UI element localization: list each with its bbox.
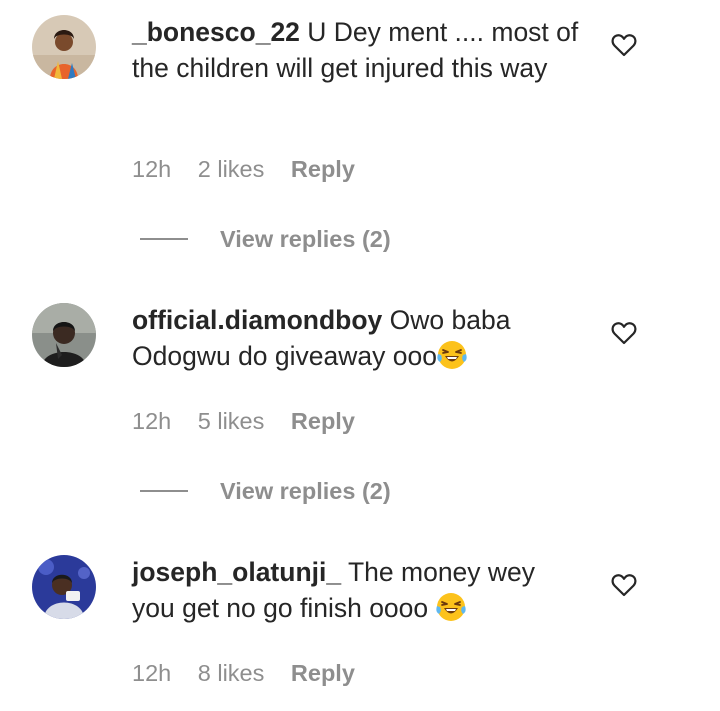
comment-likes[interactable]: 2 likes <box>198 156 265 182</box>
comment-text: joseph_olatunji_ The money wey you get n… <box>132 554 582 626</box>
comment-username[interactable]: official.diamondboy <box>132 305 382 335</box>
avatar[interactable] <box>32 303 96 367</box>
comment-time: 12h <box>132 408 172 434</box>
comment-time: 12h <box>132 156 172 182</box>
comment-username[interactable]: joseph_olatunji_ <box>132 557 341 587</box>
avatar[interactable] <box>32 15 96 79</box>
comment-meta: 12h 5 likes Reply <box>132 408 375 435</box>
comment-text: official.diamondboy Owo baba Odogwu do g… <box>132 302 582 374</box>
comment-time: 12h <box>132 660 172 686</box>
comment-meta: 12h 2 likes Reply <box>132 156 375 183</box>
view-replies-button[interactable]: View replies (2) <box>140 478 391 505</box>
comment-username[interactable]: _bonesco_22 <box>132 17 300 47</box>
divider-line <box>140 237 188 240</box>
reply-button[interactable]: Reply <box>291 660 355 686</box>
comment-likes[interactable]: 8 likes <box>198 660 265 686</box>
comment-likes[interactable]: 5 likes <box>198 408 265 434</box>
view-replies-label[interactable]: View replies (2) <box>220 478 391 504</box>
heart-icon[interactable] <box>611 321 637 345</box>
view-replies-label[interactable]: View replies (2) <box>220 226 391 252</box>
comment-meta: 12h 8 likes Reply <box>132 660 375 687</box>
laughing-emoji-icon <box>437 341 467 369</box>
reply-button[interactable]: Reply <box>291 156 355 182</box>
divider-line <box>140 489 188 492</box>
view-replies-button[interactable]: View replies (2) <box>140 226 391 253</box>
comment-text: _bonesco_22 U Dey ment .... most of the … <box>132 14 582 86</box>
heart-icon[interactable] <box>611 573 637 597</box>
reply-button[interactable]: Reply <box>291 408 355 434</box>
heart-icon[interactable] <box>611 33 637 57</box>
avatar[interactable] <box>32 555 96 619</box>
laughing-emoji-icon <box>435 593 466 621</box>
